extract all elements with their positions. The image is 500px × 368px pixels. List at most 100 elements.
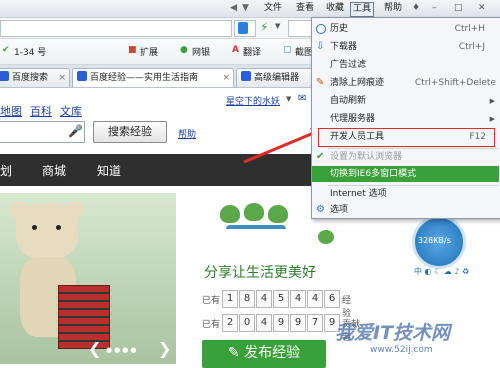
menu-item-internet-options[interactable]: Internet 选项 (312, 186, 499, 202)
address-input[interactable] (0, 20, 232, 37)
stat-digit: 9 (290, 314, 306, 332)
bear-eye (56, 225, 61, 230)
translate-icon: A (232, 45, 239, 55)
baidu-icon (0, 71, 9, 81)
publish-label: 发布经验 (244, 345, 301, 361)
menu-view[interactable]: 查看 (294, 2, 316, 15)
dropdown-arrow-icon[interactable]: ▼ (275, 22, 280, 30)
menu-label: 切换到IE6多窗口模式 (330, 169, 417, 179)
close-tab-icon[interactable]: × (58, 69, 66, 87)
edit-icon: ✎ (227, 345, 245, 361)
history-icon (316, 24, 326, 34)
minimize-icon[interactable]: – (430, 2, 439, 15)
tab-label: 高级编辑器 (254, 73, 300, 83)
menu-label: 选项 (330, 205, 349, 215)
tree-icon (244, 203, 264, 221)
tools-dropdown-menu: 历史 Ctrl+H ⇩ 下载器 Ctrl+J 广告过滤 ✎ 清除上网痕迹 Ctr… (311, 17, 500, 219)
menu-shortcut: Ctrl+Shift+Delete (414, 78, 496, 88)
menu-shortcut: F12 (469, 132, 486, 142)
favorites-icon: ✔ (2, 45, 10, 55)
check-icon: ✔ (316, 151, 325, 162)
chevron-down-icon[interactable]: ▼ (286, 95, 291, 103)
engine-icon (238, 22, 248, 34)
stats-prefix: 已有 (202, 320, 221, 330)
tab-baidu-jingyan[interactable]: 百度经验——实用生活指南 × (72, 68, 234, 87)
tab-label: 百度搜索 (12, 73, 49, 83)
nav-item-1[interactable]: 划 (0, 162, 12, 179)
search-button[interactable]: 搜索经验 (93, 121, 167, 143)
menu-item-ie6-mode[interactable]: 切换到IE6多窗口模式 (312, 166, 499, 182)
menu-item-clear-traces[interactable]: ✎ 清除上网痕迹 Ctrl+Shift+Delete (312, 75, 499, 91)
menu-label: Internet 选项 (330, 189, 387, 199)
slide-dots[interactable]: ●●●● (106, 346, 138, 354)
prev-slide-icon[interactable]: ❮ (88, 339, 101, 358)
tree-icon (220, 205, 240, 223)
menu-item-set-default[interactable]: ✔ 设置为默认浏览器 (312, 149, 499, 165)
nav-item-mall[interactable]: 商城 (42, 162, 66, 179)
speed-status-icons[interactable]: 中 ◐ ☾ ☁ ♪ ♻ (414, 266, 469, 277)
close-tab-icon[interactable]: × (222, 69, 230, 87)
link-map[interactable]: 地图 (0, 103, 22, 119)
speed-value: 328KB/s (418, 236, 451, 245)
link-wenku[interactable]: 文库 (60, 103, 82, 119)
next-slide-icon[interactable]: ❯ (158, 339, 171, 358)
engine-selector[interactable] (234, 20, 256, 37)
bear-eye (32, 225, 37, 230)
fav-extension[interactable]: 扩展 (140, 45, 158, 58)
arrow-down-icon[interactable]: ▼ (240, 2, 251, 15)
stat-digit: 1 (222, 290, 238, 308)
menu-item-devtools[interactable]: 开发人员工具 F12 (318, 128, 495, 147)
gear-icon: ⚙ (316, 204, 325, 215)
bear-ear (66, 201, 84, 219)
menu-label: 下载器 (330, 42, 358, 52)
back-icon[interactable]: ◀ (228, 2, 239, 15)
menu-help[interactable]: 帮助 (382, 2, 404, 15)
people-icon (226, 225, 286, 255)
clear-icon: ✎ (316, 77, 325, 88)
menu-label: 清除上网痕迹 (330, 78, 385, 88)
network-speed-widget[interactable]: 328KB/s (412, 215, 466, 269)
menu-label: 自动刷新 (330, 96, 367, 106)
menu-item-downloader[interactable]: ⇩ 下载器 Ctrl+J (312, 39, 499, 55)
microphone-icon[interactable]: 🎤 (68, 124, 83, 138)
maximize-icon[interactable]: □ (452, 2, 465, 15)
user-name[interactable]: 星空下的水妖 (226, 94, 280, 107)
menu-item-auto-refresh[interactable]: 自动刷新 ▶ (312, 93, 499, 109)
nav-item-zhidao[interactable]: 知道 (97, 162, 121, 179)
menu-label: 设置为默认浏览器 (330, 152, 403, 162)
message-icon[interactable]: ✉ (298, 93, 306, 104)
close-icon[interactable]: ✕ (476, 2, 488, 15)
submenu-arrow-icon: ▶ (489, 115, 495, 123)
menu-file[interactable]: 文件 (262, 2, 284, 15)
small-tree-icon (318, 230, 334, 244)
slogan: 分享让生活更美好 (204, 265, 316, 281)
menu-item-proxy[interactable]: 代理服务器 ▶ (312, 111, 499, 127)
help-link[interactable]: 帮助 (178, 127, 196, 140)
menu-shortcut: Ctrl+J (458, 42, 485, 52)
favorites-count[interactable]: 1-34 号 (14, 45, 46, 58)
stat-digit: 4 (256, 290, 272, 308)
shopping-bag (58, 285, 110, 349)
shirt-icon[interactable]: ♦ (410, 2, 422, 15)
fav-bank[interactable]: 网银 (192, 45, 210, 58)
menu-tools[interactable]: 工具 (350, 2, 375, 17)
menu-item-options[interactable]: ⚙ 选项 (312, 202, 499, 218)
lightning-icon[interactable]: ⚡ (260, 20, 268, 34)
jingyan-logo (220, 203, 310, 257)
banner-image[interactable]: ❮ ●●●● ❯ (0, 193, 176, 364)
stats-prefix: 已有 (202, 296, 221, 306)
menu-item-adblock[interactable]: 广告过滤 (312, 57, 499, 73)
fav-translate[interactable]: 翻译 (243, 45, 261, 58)
tab-baidu-search[interactable]: 百度搜索 × (0, 68, 70, 87)
stat-digit: 2 (222, 314, 238, 332)
link-baike[interactable]: 百科 (30, 103, 52, 119)
tree-icon (268, 205, 288, 223)
menu-favorites[interactable]: 收藏 (324, 2, 346, 15)
menu-label: 广告过滤 (330, 60, 367, 70)
bear-ear (10, 201, 28, 219)
menu-shortcut: Ctrl+H (454, 24, 485, 34)
menu-item-history[interactable]: 历史 Ctrl+H (312, 21, 499, 37)
menu-label: 开发人员工具 (330, 132, 385, 142)
menu-label: 历史 (330, 24, 349, 34)
stat-digit: 5 (273, 290, 289, 308)
